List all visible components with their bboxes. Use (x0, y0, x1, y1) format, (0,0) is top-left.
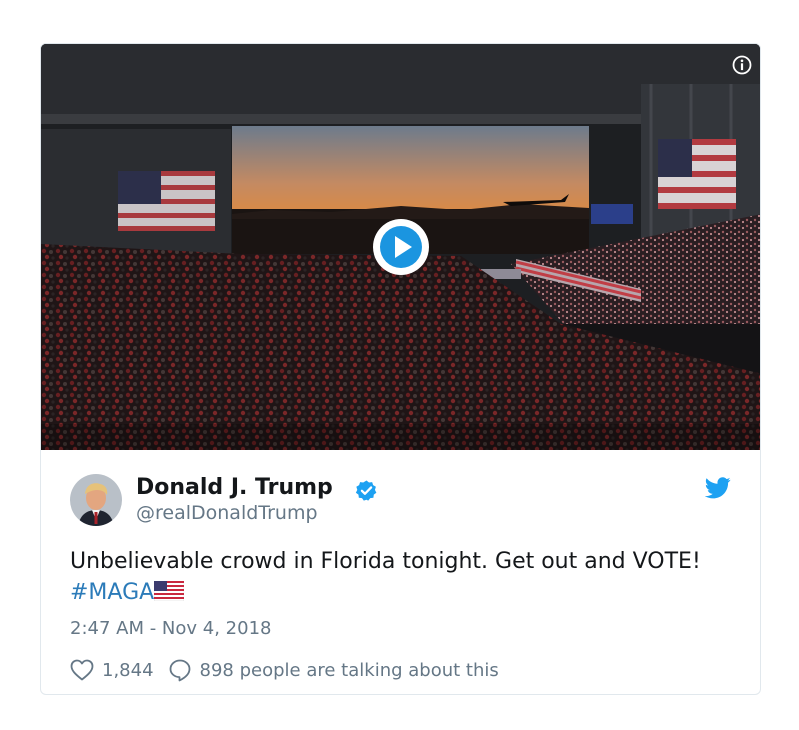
profile-photo (70, 474, 122, 526)
tweet-actions: 1,844 898 people are talking about this (70, 657, 499, 683)
tweet-body: Donald J. Trump @realDonaldTrump Unbelie… (41, 450, 760, 694)
tweet-timestamp[interactable]: 2:47 AM - Nov 4, 2018 (70, 618, 271, 639)
left-american-flag (118, 171, 215, 231)
right-american-flag (658, 139, 736, 209)
twitter-bird-icon[interactable] (705, 477, 731, 499)
reply-bubble-icon[interactable] (168, 658, 192, 682)
us-flag-emoji-icon (154, 581, 185, 601)
hashtag-link[interactable]: #MAGA (70, 580, 154, 605)
avatar[interactable] (70, 474, 122, 526)
info-icon[interactable] (732, 55, 752, 75)
author-handle[interactable]: @realDonaldTrump (136, 502, 318, 524)
tweet-text: Unbelievable crowd in Florida tonight. G… (70, 546, 730, 608)
tweet-text-body: Unbelievable crowd in Florida tonight. G… (70, 549, 701, 574)
like-count[interactable]: 1,844 (102, 660, 154, 681)
verified-badge-icon (355, 480, 377, 501)
author-name[interactable]: Donald J. Trump (136, 475, 333, 500)
video-thumbnail[interactable] (41, 44, 760, 450)
heart-icon[interactable] (70, 659, 94, 681)
talking-about-link[interactable]: 898 people are talking about this (200, 660, 499, 681)
play-button[interactable] (372, 218, 430, 276)
tweet-card[interactable]: Donald J. Trump @realDonaldTrump Unbelie… (40, 43, 761, 695)
